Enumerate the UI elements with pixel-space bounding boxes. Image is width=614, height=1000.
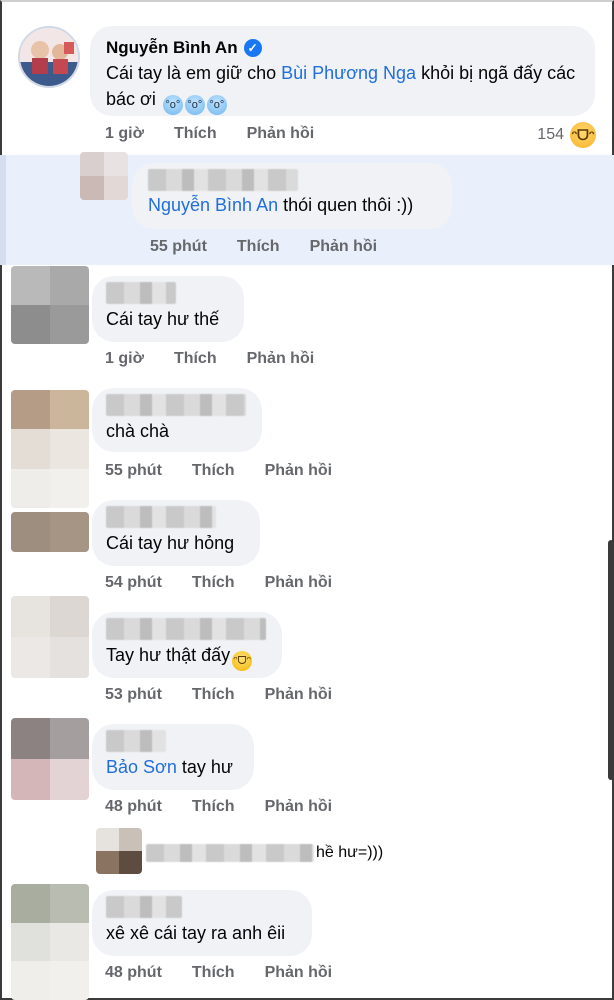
- cold-sweat-face-icon: °o°: [184, 95, 205, 115]
- blurred-author-name[interactable]: [148, 169, 298, 191]
- comment-text-part: Cái tay là em giữ cho: [106, 63, 282, 83]
- comment-text: Bảo Sơn tay hư: [106, 752, 240, 782]
- pixelated-avatar: [11, 266, 89, 344]
- avatar[interactable]: [80, 152, 128, 200]
- pixelated-avatar: [96, 828, 142, 874]
- comment-author[interactable]: Nguyễn Bình An ✓: [106, 36, 262, 60]
- comment-time[interactable]: 53 phút: [105, 686, 162, 704]
- comment-actions: 1 giờ Thích Phản hồi: [105, 350, 344, 368]
- blurred-author-name[interactable]: [106, 730, 166, 752]
- comment-time[interactable]: 55 phút: [105, 462, 162, 480]
- avatar[interactable]: [11, 718, 89, 800]
- like-button[interactable]: Thích: [192, 686, 235, 704]
- comment-text-part: tay hư: [176, 757, 233, 777]
- comment-text: Cái tay hư hỏng: [106, 533, 235, 553]
- like-button[interactable]: Thích: [192, 574, 235, 592]
- avatar[interactable]: [11, 512, 89, 552]
- comment-bubble: chà chà: [92, 388, 262, 452]
- reply-button[interactable]: Phản hồi: [265, 462, 333, 480]
- comment-bubble: Bảo Sơn tay hư: [92, 724, 254, 790]
- like-button[interactable]: Thích: [192, 798, 235, 816]
- comment-text: chà chà: [106, 421, 170, 441]
- blurred-author-name[interactable]: [106, 282, 176, 304]
- comment-actions: 55 phút Thích Phản hồi: [105, 462, 362, 480]
- reply-bubble: Nguyễn Bình An thói quen thôi :)): [132, 163, 452, 229]
- reply-actions: 55 phút Thích Phản hồi: [150, 238, 407, 256]
- comment-time[interactable]: 54 phút: [105, 574, 162, 592]
- comment-bubble: Cái tay hư hỏng: [92, 500, 260, 566]
- reply-button[interactable]: Phản hồi: [247, 350, 315, 368]
- comment-actions: 48 phút Thích Phản hồi: [105, 798, 362, 816]
- comment-actions: 54 phút Thích Phản hồi: [105, 574, 362, 592]
- haha-icon: ᵔᗜᵔ: [570, 122, 596, 148]
- reaction-count: 154: [537, 126, 564, 143]
- pixelated-avatar: [11, 884, 89, 1000]
- pixelated-avatar: [11, 390, 89, 508]
- reply-button[interactable]: Phản hồi: [265, 574, 333, 592]
- avatar[interactable]: [11, 596, 89, 678]
- comment-bubble: xê xê cái tay ra anh êii: [92, 890, 312, 956]
- like-button[interactable]: Thích: [192, 964, 235, 982]
- comment-time[interactable]: 48 phút: [105, 798, 162, 816]
- mention-link[interactable]: Bùi Phương Nga: [281, 63, 416, 83]
- blurred-author-name[interactable]: [106, 618, 266, 640]
- reply-button[interactable]: Phản hồi: [265, 798, 333, 816]
- check-icon: ✓: [243, 39, 262, 57]
- pixelated-avatar: [11, 596, 89, 678]
- reply-button[interactable]: Phản hồi: [265, 686, 333, 704]
- like-button[interactable]: Thích: [192, 462, 235, 480]
- comment-actions: 1 giờ Thích Phản hồi: [105, 125, 344, 143]
- cold-sweat-face-icon: °o°: [162, 95, 183, 115]
- comment-text: Cái tay hư thế: [106, 309, 220, 329]
- blurred-author-name[interactable]: [106, 896, 182, 918]
- reply-text-part: thói quen thôi :)): [278, 195, 414, 215]
- like-button[interactable]: Thích: [174, 125, 217, 143]
- reply-button[interactable]: Phản hồi: [247, 125, 315, 143]
- comment-text: Tay hư thật đấy ᵔᗜᵔ: [106, 640, 268, 671]
- pixelated-avatar: [80, 152, 128, 200]
- reply-button[interactable]: Phản hồi: [310, 238, 378, 256]
- cold-sweat-face-icon: °o°: [206, 95, 227, 115]
- comment-bubble: Tay hư thật đấy ᵔᗜᵔ: [92, 612, 282, 678]
- scrollbar[interactable]: [608, 540, 614, 780]
- comment-time[interactable]: 48 phút: [105, 964, 162, 982]
- blurred-author-name[interactable]: [106, 506, 216, 528]
- reply-indent-line: [0, 155, 6, 265]
- like-button[interactable]: Thích: [174, 350, 217, 368]
- pixelated-avatar: [11, 718, 89, 800]
- like-button[interactable]: Thích: [237, 238, 280, 256]
- comment-text: Cái tay là em giữ cho Bùi Phương Nga khỏ…: [106, 60, 579, 115]
- main-comment-bubble: Nguyễn Bình An ✓ Cái tay là em giữ cho B…: [90, 26, 595, 116]
- avatar[interactable]: [96, 828, 142, 874]
- comment-time[interactable]: 55 phút: [150, 238, 207, 256]
- mention-link[interactable]: Bảo Sơn: [106, 757, 177, 777]
- mention-link[interactable]: Nguyễn Bình An: [148, 195, 278, 215]
- avatar[interactable]: [11, 266, 89, 344]
- author-name[interactable]: Nguyễn Bình An: [106, 36, 238, 60]
- blurred-comment-text: [146, 844, 314, 862]
- reply-button[interactable]: Phản hồi: [265, 964, 333, 982]
- pixelated-avatar: [11, 512, 89, 552]
- comment-actions: 53 phút Thích Phản hồi: [105, 686, 362, 704]
- comment-actions: 48 phút Thích Phản hồi: [105, 964, 362, 982]
- avatar[interactable]: [11, 390, 89, 508]
- avatar[interactable]: [11, 884, 89, 1000]
- avatar[interactable]: [18, 26, 80, 88]
- comment-time[interactable]: 1 giờ: [105, 350, 144, 368]
- blurred-author-name[interactable]: [106, 394, 246, 416]
- comment-bubble: Cái tay hư thế: [92, 276, 244, 342]
- comment-time[interactable]: 1 giờ: [105, 125, 144, 143]
- reply-text: Nguyễn Bình An thói quen thôi :)): [148, 191, 436, 219]
- partial-comment-text: hề hư=))): [316, 844, 384, 861]
- comment-text: xê xê cái tay ra anh êii: [106, 923, 286, 943]
- reaction-summary[interactable]: 154 ᵔᗜᵔ: [537, 122, 596, 148]
- comment-text-part: Tay hư thật đấy: [106, 645, 231, 665]
- laughing-face-icon: ᵔᗜᵔ: [232, 651, 253, 671]
- avatar-photo: [20, 28, 78, 86]
